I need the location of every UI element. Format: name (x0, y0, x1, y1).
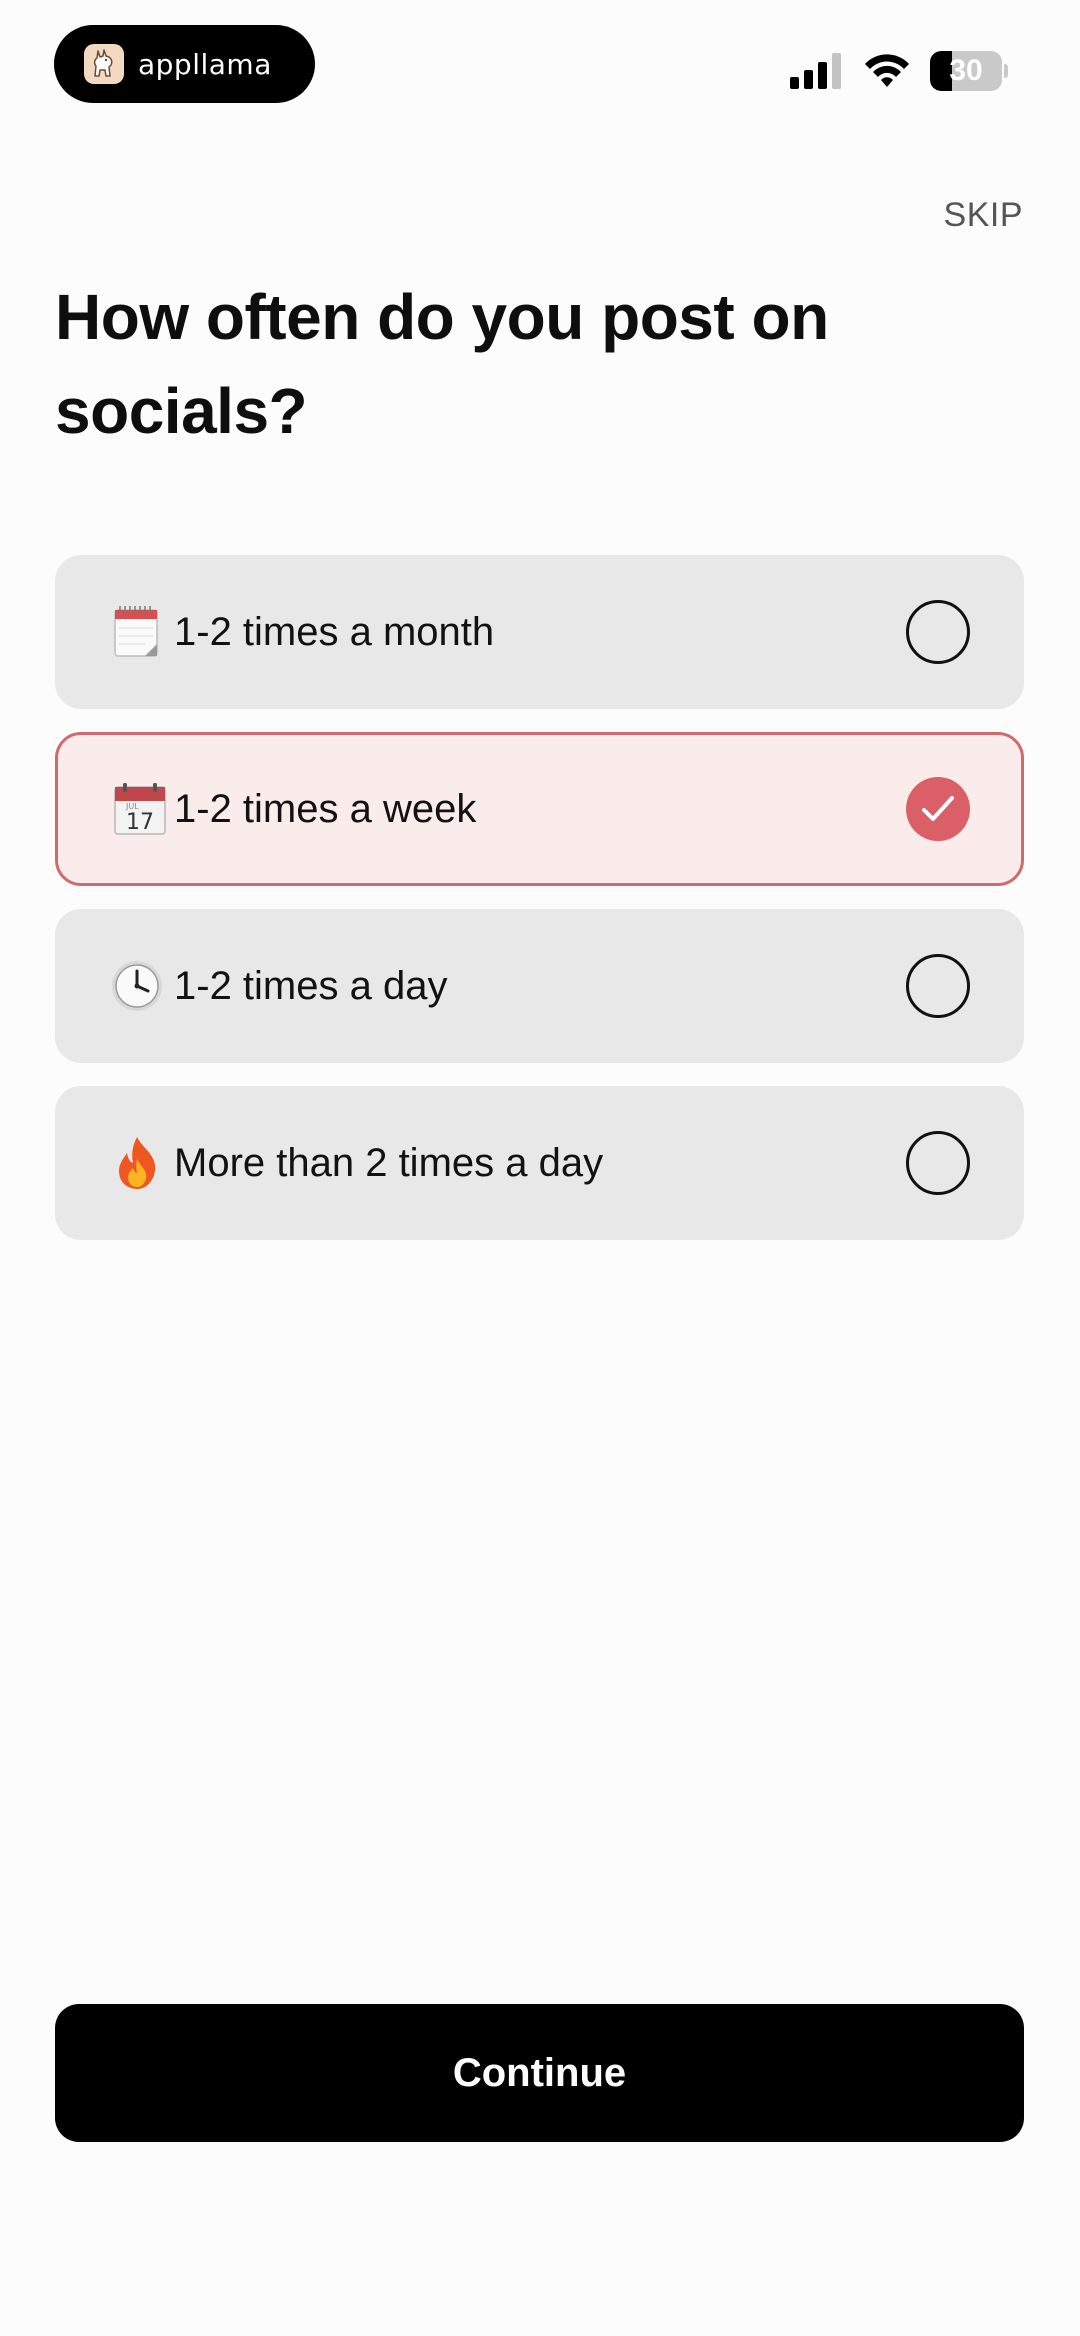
app-indicator-pill[interactable]: appllama (54, 25, 315, 103)
radio-button[interactable] (906, 954, 970, 1018)
llama-logo-icon (84, 44, 124, 84)
answer-options-list: 1-2 times a month JUL 17 1-2 times a wee… (55, 555, 1024, 1263)
radio-button[interactable] (906, 600, 970, 664)
radio-button[interactable] (906, 1131, 970, 1195)
option-1-2-times-a-month[interactable]: 1-2 times a month (55, 555, 1024, 709)
option-more-than-2-times-a-day[interactable]: More than 2 times a day (55, 1086, 1024, 1240)
page-title: How often do you post on socials? (55, 281, 829, 447)
option-1-2-times-a-week[interactable]: JUL 17 1-2 times a week (55, 732, 1024, 886)
wifi-icon (865, 54, 909, 87)
skip-button[interactable]: SKIP (944, 196, 1023, 235)
option-label: 1-2 times a day (174, 963, 448, 1008)
svg-text:17: 17 (126, 810, 154, 835)
option-label: 1-2 times a month (174, 609, 495, 654)
cellular-signal-icon (790, 53, 841, 89)
status-bar: appllama 30 (0, 0, 1080, 130)
fire-icon (109, 1135, 165, 1191)
clock-icon (109, 958, 165, 1014)
calendar-icon: JUL 17 (112, 781, 168, 837)
app-name: appllama (138, 47, 272, 81)
battery-level: 30 (949, 54, 983, 87)
spiral-calendar-icon (109, 604, 165, 660)
continue-button[interactable]: Continue (55, 2004, 1024, 2142)
battery-icon: 30 (930, 51, 1008, 91)
option-label: More than 2 times a day (174, 1140, 604, 1185)
option-label: 1-2 times a week (174, 786, 477, 831)
checkmark-selected-icon[interactable] (906, 777, 970, 841)
option-1-2-times-a-day[interactable]: 1-2 times a day (55, 909, 1024, 1063)
